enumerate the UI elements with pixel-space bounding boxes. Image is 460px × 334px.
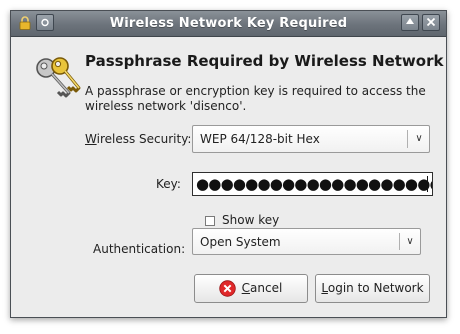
- chevron-down-icon: ∨: [406, 236, 414, 247]
- wireless-security-label: Wireless Security:: [85, 132, 191, 146]
- cancel-icon: [219, 280, 236, 297]
- arrow-up-icon: [406, 18, 414, 24]
- title-bar[interactable]: Wireless Network Key Required: [11, 11, 446, 37]
- keys-icon: [36, 57, 81, 98]
- cancel-label: Cancel: [242, 281, 283, 295]
- key-input[interactable]: ●●●●●●●●●●●●●●●●●●●●●●●●●●: [192, 172, 433, 196]
- wireless-security-label-text: ireless Security:: [96, 132, 192, 146]
- lock-icon[interactable]: [19, 16, 31, 30]
- cancel-button[interactable]: Cancel: [194, 274, 308, 303]
- login-button[interactable]: Login to Network: [315, 274, 430, 303]
- authentication-label: Authentication:: [93, 242, 186, 256]
- cancel-mnemonic: C: [241, 281, 251, 295]
- window-title: Wireless Network Key Required: [109, 16, 348, 31]
- login-label-text: ogin to Network: [327, 281, 424, 295]
- maximize-button[interactable]: [401, 14, 419, 31]
- chevron-down-icon: ∨: [415, 133, 423, 144]
- close-button[interactable]: [422, 14, 440, 31]
- wireless-security-value: WEP 64/128-bit Hex: [200, 132, 320, 146]
- text-caret: [427, 176, 428, 192]
- authentication-value: Open System: [200, 235, 281, 249]
- show-key-label[interactable]: Show key: [222, 213, 279, 227]
- combo-separator: [407, 130, 408, 148]
- close-icon: [426, 17, 436, 27]
- wireless-security-combo[interactable]: WEP 64/128-bit Hex ∨: [192, 125, 430, 153]
- cancel-label-text: ancel: [250, 281, 283, 295]
- key-label: Key:: [156, 177, 181, 191]
- combo-separator: [399, 233, 400, 250]
- show-key-checkbox[interactable]: [205, 216, 215, 226]
- dialog-window: Wireless Network Key Required Passphrase…: [10, 10, 447, 318]
- key-masked-text: ●●●●●●●●●●●●●●●●●●●●●●●●●●: [196, 175, 432, 193]
- dialog-description: A passphrase or encryption key is requir…: [85, 84, 426, 113]
- wireless-security-mnemonic: W: [85, 132, 97, 146]
- dialog-heading: Passphrase Required by Wireless Network: [85, 52, 444, 70]
- authentication-combo[interactable]: Open System ∨: [192, 228, 421, 255]
